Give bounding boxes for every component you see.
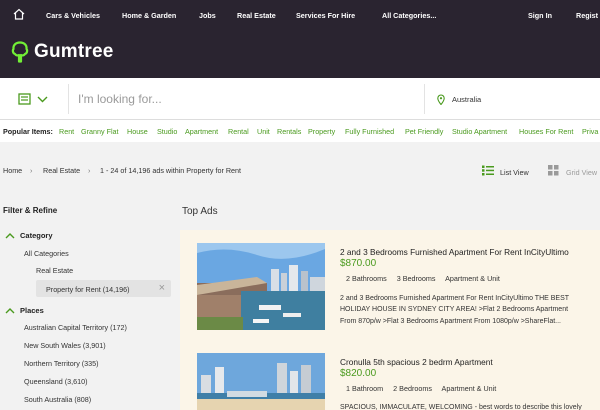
breadcrumb-separator: › — [88, 166, 91, 175]
places-section-toggle[interactable]: Places — [5, 306, 44, 315]
search-bar: Australia — [0, 78, 600, 120]
popular-link[interactable]: Granny Flat — [81, 127, 119, 136]
brand-name: Gumtree — [34, 41, 114, 62]
home-icon[interactable] — [12, 7, 26, 21]
gumtree-logo[interactable]: Gumtree — [11, 41, 114, 63]
places-heading: Places — [20, 306, 44, 315]
all-categories-link[interactable]: All Categories — [24, 249, 69, 258]
filter-refine-title: Filter & Refine — [3, 206, 58, 215]
nav-cars-vehicles[interactable]: Cars & Vehicles — [46, 11, 100, 20]
list-view-label: List View — [500, 168, 529, 177]
ad-description: 2 and 3 Bedrooms Furnished Apartment For… — [340, 293, 600, 327]
popular-link[interactable]: Studio Apartment — [452, 127, 507, 136]
popular-link[interactable]: Unit — [257, 127, 270, 136]
breadcrumb-separator: › — [30, 166, 33, 175]
popular-link[interactable]: Property — [308, 127, 335, 136]
ad-description-line: HOLIDAY HOUSE IN SYDNEY CITY AREA! >Flat… — [340, 306, 569, 314]
ad-attribute: 3 Bedrooms — [396, 274, 436, 283]
ad-price: $820.00 — [340, 368, 377, 379]
place-link[interactable]: Northern Territory (335) — [24, 359, 99, 368]
category-list-icon — [18, 93, 31, 105]
breadcrumb-home[interactable]: Home — [3, 166, 22, 175]
popular-link[interactable]: Rental — [228, 127, 249, 136]
top-nav: Cars & Vehicles Home & Garden Jobs Real … — [0, 0, 600, 28]
category-heading: Category — [20, 231, 53, 240]
top-ads-panel: 2 and 3 Bedrooms Furnished Apartment For… — [180, 230, 600, 410]
beach-photo — [197, 353, 325, 410]
ad-description: SPACIOUS, IMMACULATE, WELCOMING - best w… — [340, 402, 600, 410]
ad-attribute: Apartment & Unit — [441, 384, 497, 393]
nav-home-garden[interactable]: Home & Garden — [122, 11, 176, 20]
popular-link[interactable]: Fully Furnished — [345, 127, 394, 136]
chevron-down-icon — [37, 96, 48, 102]
popular-link[interactable]: Houses For Rent — [519, 127, 573, 136]
register-link[interactable]: Regist — [576, 11, 598, 20]
popular-link[interactable]: Studio — [157, 127, 177, 136]
ad-attributes: 2 Bathrooms 3 Bedrooms Apartment & Unit — [346, 274, 508, 283]
place-link[interactable]: Australian Capital Territory (172) — [24, 323, 127, 332]
sign-in-link[interactable]: Sign In — [528, 11, 552, 20]
selected-category-label: Property for Rent (14,196) — [46, 285, 130, 294]
ad-photo[interactable] — [197, 353, 325, 410]
grid-view-label: Grid View — [566, 168, 598, 177]
real-estate-link[interactable]: Real Estate — [36, 266, 73, 275]
chevron-up-icon — [5, 232, 15, 238]
ad-attribute: 1 Bathroom — [346, 384, 384, 393]
nav-all-categories[interactable]: All Categories... — [382, 11, 436, 20]
location-pin-icon — [437, 94, 445, 105]
ad-description-line: 2 and 3 Bedrooms Furnished Apartment For… — [340, 295, 570, 302]
popular-label: Popular Items: — [3, 127, 53, 136]
popular-link[interactable]: Apartment — [185, 127, 218, 136]
nav-services-for-hire[interactable]: Services For Hire — [296, 11, 355, 20]
location-field[interactable]: Australia — [424, 84, 600, 114]
close-icon[interactable]: × — [159, 282, 165, 294]
harbour-photo — [197, 243, 325, 330]
ad-attribute: 2 Bathrooms — [346, 274, 387, 283]
popular-link[interactable]: Rent — [59, 127, 74, 136]
place-link[interactable]: New South Wales (3,901) — [24, 341, 106, 350]
popular-link[interactable]: Pet Friendly — [405, 127, 443, 136]
brand-bar: Gumtree — [0, 28, 600, 78]
popular-items: Popular Items: Rent Granny Flat House St… — [0, 120, 600, 142]
grid-view-icon — [548, 165, 559, 176]
top-ads-title: Top Ads — [182, 206, 218, 217]
ad-attribute: 2 Bedrooms — [393, 384, 432, 393]
ad-description-line: From 870p/w >Flat 3 Bedrooms Apartment F… — [340, 317, 561, 325]
ad-price: $870.00 — [340, 258, 377, 269]
place-link[interactable]: South Australia (808) — [24, 395, 91, 404]
category-select[interactable] — [18, 90, 52, 108]
ad-title[interactable]: Cronulla 5th spacious 2 bedrm Apartment — [340, 357, 493, 367]
ad-title[interactable]: 2 and 3 Bedrooms Furnished Apartment For… — [340, 247, 569, 257]
search-input[interactable] — [68, 84, 418, 114]
results-summary: 1 - 24 of 14,196 ads within Property for… — [100, 166, 242, 175]
ad-description-line: SPACIOUS, IMMACULATE, WELCOMING - best w… — [340, 404, 582, 410]
breadcrumb-real-estate[interactable]: Real Estate — [43, 166, 80, 175]
ad-attributes: 1 Bathroom 2 Bedrooms Apartment & Unit — [346, 384, 504, 393]
popular-link[interactable]: Rentals — [277, 127, 301, 136]
place-link[interactable]: Queensland (3,610) — [24, 377, 88, 386]
location-value: Australia — [452, 94, 482, 104]
selected-category[interactable]: Property for Rent (14,196) × — [36, 280, 171, 297]
nav-jobs[interactable]: Jobs — [199, 11, 216, 20]
ad-photo[interactable] — [197, 243, 325, 330]
popular-link[interactable]: House — [127, 127, 148, 136]
popular-link[interactable]: Priva — [582, 127, 598, 136]
list-view-icon — [482, 165, 494, 176]
nav-real-estate[interactable]: Real Estate — [237, 11, 276, 20]
chevron-up-icon — [5, 307, 15, 313]
ad-attribute: Apartment & Unit — [445, 274, 500, 283]
tree-icon — [11, 41, 29, 63]
category-section-toggle[interactable]: Category — [5, 231, 53, 240]
